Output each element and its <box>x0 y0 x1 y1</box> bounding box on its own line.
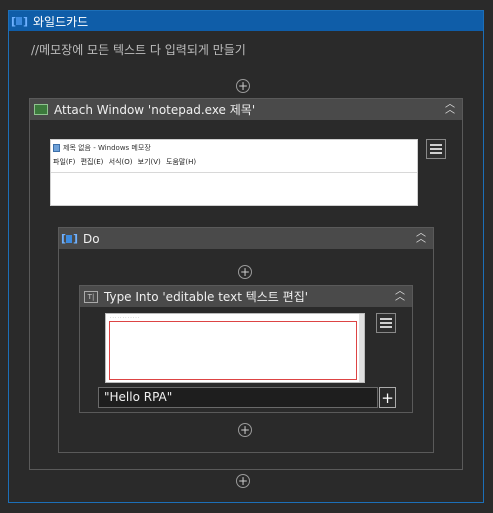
add-expression-button[interactable]: + <box>379 387 396 408</box>
editor-highlight <box>109 321 357 380</box>
sequence-icon: [] <box>61 232 78 245</box>
sequence-icon: [] <box>11 14 28 28</box>
window-icon <box>34 104 48 115</box>
notepad-divider <box>51 172 417 173</box>
notepad-window-title: 제목 없음 - Windows 메모장 <box>63 144 151 152</box>
editor-scrollbar <box>359 314 364 382</box>
type-into-title: Type Into 'editable text 텍스트 편집' <box>104 290 309 304</box>
add-activity-do-bottom-icon[interactable]: + <box>238 423 252 437</box>
type-into-header[interactable]: T| Type Into 'editable text 텍스트 편집' ︿ ︿ <box>80 286 412 307</box>
chevron-double-up-icon[interactable]: ︿ ︿ <box>394 287 406 303</box>
attach-options-hamburger-icon[interactable] <box>426 139 446 159</box>
notepad-title-bar: 제목 없음 - Windows 메모장 <box>51 140 417 153</box>
comment-text: //메모장에 모든 텍스트 다 입력되게 만들기 <box>31 43 246 57</box>
sequence-title: 와일드카드 <box>33 14 89 29</box>
attach-window-title: Attach Window 'notepad.exe 제목' <box>54 103 256 117</box>
sequence-header[interactable]: [] 와일드카드 <box>9 11 483 31</box>
attach-window-activity[interactable]: Attach Window 'notepad.exe 제목' ︿ ︿ 제목 없음 … <box>29 98 463 470</box>
chevron-double-up-icon[interactable]: ︿ ︿ <box>444 100 456 116</box>
add-activity-do-top-icon[interactable]: + <box>238 265 252 279</box>
notepad-menu: 파일(F) 편집(E) 서식(O) 보기(V) 도움말(H) <box>53 158 197 166</box>
editor-tiny-text: · · · · · · · · · · · · <box>110 315 140 320</box>
chevron-double-up-icon[interactable]: ︿ ︿ <box>415 229 427 245</box>
type-options-hamburger-icon[interactable] <box>376 313 396 333</box>
do-header[interactable]: [] Do ︿ ︿ <box>59 228 433 249</box>
do-title: Do <box>83 231 100 246</box>
type-into-activity[interactable]: T| Type Into 'editable text 텍스트 편집' ︿ ︿ ·… <box>79 285 413 413</box>
add-activity-bottom-icon[interactable]: + <box>236 474 250 488</box>
type-into-icon: T| <box>84 290 98 303</box>
attach-window-header[interactable]: Attach Window 'notepad.exe 제목' ︿ ︿ <box>30 99 462 120</box>
add-activity-top-icon[interactable]: + <box>236 79 250 93</box>
editor-screenshot: · · · · · · · · · · · · <box>105 313 365 383</box>
notepad-screenshot: 제목 없음 - Windows 메모장 파일(F) 편집(E) 서식(O) 보기… <box>50 139 418 206</box>
sequence-container[interactable]: [] 와일드카드 //메모장에 모든 텍스트 다 입력되게 만들기 + Atta… <box>8 10 484 503</box>
notepad-icon <box>53 144 60 152</box>
do-container[interactable]: [] Do ︿ ︿ + T| Type Into 'editable text 텍… <box>58 227 434 453</box>
text-value-input[interactable]: "Hello RPA" <box>98 387 378 408</box>
